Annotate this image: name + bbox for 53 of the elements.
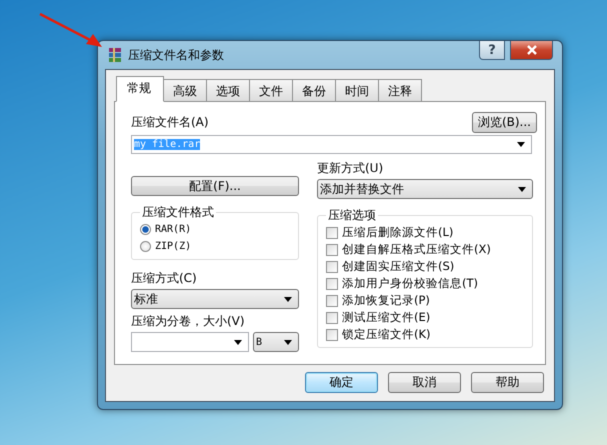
option-label: 测试压缩文件(E) bbox=[342, 310, 430, 325]
help-button[interactable]: ? bbox=[479, 41, 505, 60]
group-title: 压缩选项 bbox=[327, 207, 377, 224]
option-label: 创建自解压格式压缩文件(X) bbox=[342, 242, 491, 257]
option-label: 添加用户身份校验信息(T) bbox=[342, 276, 478, 291]
close-icon bbox=[526, 45, 538, 55]
dropdown-value: B bbox=[256, 336, 262, 348]
tab[interactable]: 时间 bbox=[336, 79, 379, 102]
dropdown-value: 标准 bbox=[134, 290, 158, 308]
tab[interactable]: 高级 bbox=[164, 79, 207, 102]
tab[interactable]: 选项 bbox=[207, 79, 250, 102]
group-title: 压缩文件格式 bbox=[141, 204, 215, 221]
window-title: 压缩文件名和参数 bbox=[128, 46, 224, 64]
field-label: 压缩为分卷，大小(V) bbox=[131, 313, 246, 330]
option-label: RAR(R) bbox=[155, 224, 192, 235]
dropdown-caret-icon bbox=[284, 296, 292, 302]
dropdown-caret-icon bbox=[234, 340, 242, 344]
checkbox[interactable] bbox=[326, 260, 338, 272]
dialog-button[interactable]: 确定 bbox=[305, 372, 378, 393]
dropdown-caret-icon bbox=[517, 142, 525, 147]
dropdown-value: 添加并替换文件 bbox=[320, 180, 404, 198]
radio-button[interactable] bbox=[140, 224, 151, 235]
dropdown-caret-icon bbox=[284, 340, 292, 344]
tab[interactable]: 文件 bbox=[250, 79, 293, 102]
tab[interactable]: 注释 bbox=[379, 79, 422, 102]
checkbox[interactable] bbox=[326, 312, 338, 324]
field-label: 压缩方式(C) bbox=[131, 270, 198, 287]
volume-size-field[interactable] bbox=[131, 332, 249, 352]
tab[interactable]: 备份 bbox=[293, 79, 336, 102]
option-label: ZIP(Z) bbox=[155, 241, 192, 252]
unit-dropdown[interactable]: B bbox=[253, 332, 299, 352]
checkbox[interactable] bbox=[326, 278, 338, 290]
update-mode-dropdown[interactable]: 添加并替换文件 bbox=[317, 179, 533, 199]
option-label: 添加恢复记录(P) bbox=[342, 293, 430, 308]
dialog-button[interactable]: 取消 bbox=[388, 372, 461, 393]
checkbox[interactable] bbox=[326, 244, 338, 256]
checkbox[interactable] bbox=[326, 226, 338, 238]
browse-button[interactable]: 浏览(B)... bbox=[472, 112, 537, 133]
tab[interactable]: 常规 bbox=[116, 76, 164, 102]
field-label: 更新方式(U) bbox=[317, 160, 384, 177]
checkbox[interactable] bbox=[326, 328, 338, 340]
checkbox[interactable] bbox=[326, 294, 338, 306]
option-label: 锁定压缩文件(K) bbox=[342, 327, 431, 342]
profiles-button[interactable]: 配置(F)... bbox=[131, 176, 299, 196]
close-button[interactable] bbox=[510, 41, 553, 60]
option-label: 压缩后删除源文件(L) bbox=[342, 225, 454, 240]
books-icon bbox=[107, 47, 123, 63]
option-label: 创建固实压缩文件(S) bbox=[342, 259, 454, 274]
compression-method-dropdown[interactable]: 标准 bbox=[131, 289, 299, 309]
field-label: 压缩文件名(A) bbox=[131, 114, 209, 131]
dialog-button[interactable]: 帮助 bbox=[471, 372, 544, 393]
dropdown-caret-icon bbox=[518, 186, 526, 192]
radio-button[interactable] bbox=[140, 241, 151, 252]
